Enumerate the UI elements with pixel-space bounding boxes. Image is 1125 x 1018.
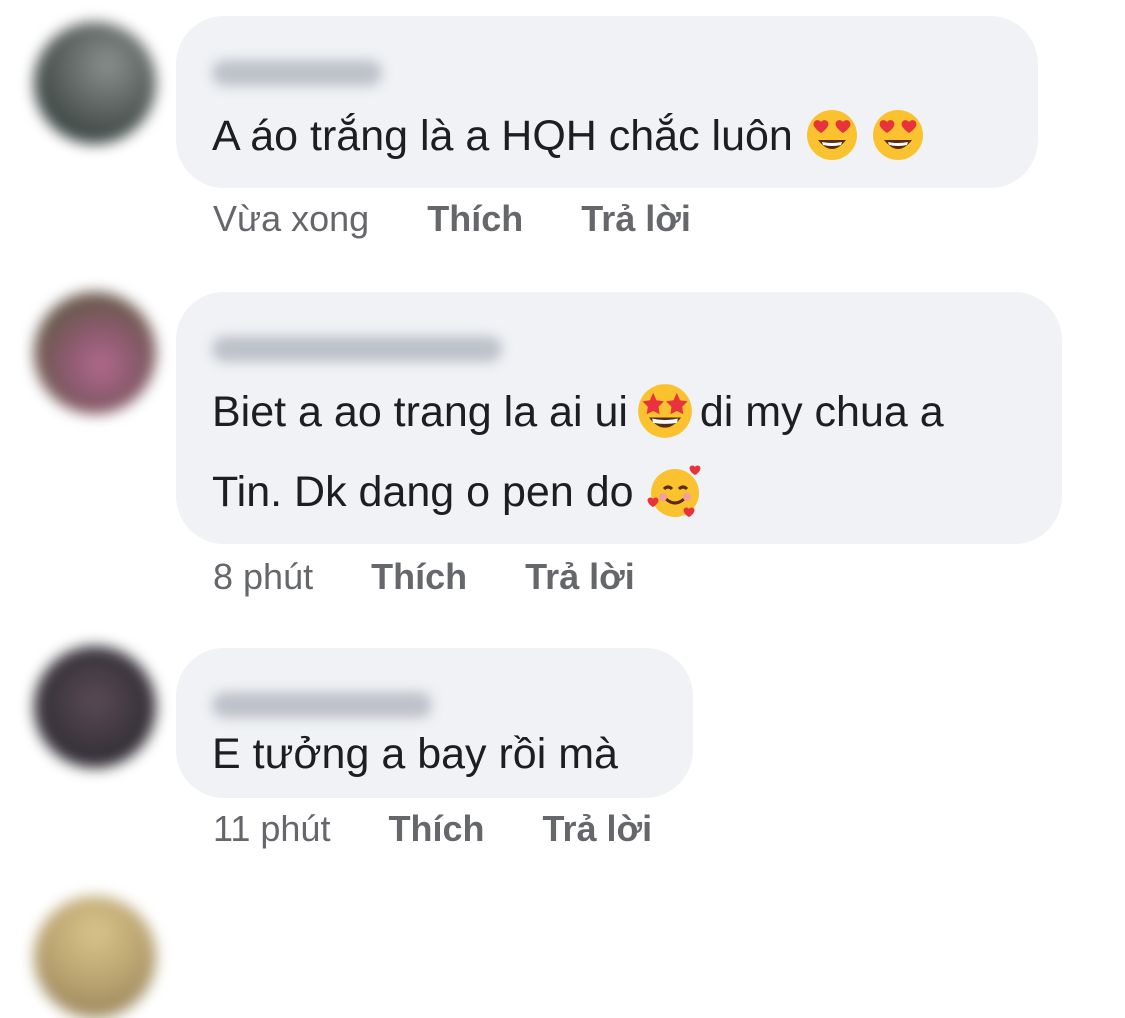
reply-button[interactable]: Trả lời xyxy=(581,198,691,240)
comment-time[interactable]: 8 phút xyxy=(213,556,313,598)
comment-line-1: Biet a ao trang la ai ui di my chua a xyxy=(212,372,1032,452)
avatar[interactable] xyxy=(34,22,156,144)
author-name-blurred[interactable] xyxy=(212,336,502,362)
comment-text-part: di my chua a xyxy=(699,388,944,436)
avatar[interactable] xyxy=(34,646,156,768)
comment-time[interactable]: Vừa xong xyxy=(213,198,369,240)
comment-time[interactable]: 11 phút xyxy=(213,808,330,850)
comment-text-content: E tưởng a bay rồi mà xyxy=(212,730,618,778)
comment-text-part: Biet a ao trang la ai ui xyxy=(212,388,628,436)
comment-actions: 11 phút Thích Trả lời xyxy=(213,808,700,850)
comment-bubble: Biet a ao trang la ai ui di my chua a Ti… xyxy=(176,292,1062,544)
like-button[interactable]: Thích xyxy=(427,198,523,240)
comment-actions: Vừa xong Thích Trả lời xyxy=(213,198,739,240)
avatar[interactable] xyxy=(34,896,156,1018)
heart-eyes-emoji xyxy=(806,109,857,160)
comment-bubble: E tưởng a bay rồi mà xyxy=(176,648,693,798)
comment-text: A áo trắng là a HQH chắc luôn xyxy=(212,96,1008,176)
star-struck-emoji xyxy=(638,383,692,438)
comment-bubble: A áo trắng là a HQH chắc luôn xyxy=(176,16,1038,188)
like-button[interactable]: Thích xyxy=(388,808,484,850)
comment-actions: 8 phút Thích Trả lời xyxy=(213,556,683,598)
comment-text: Biet a ao trang la ai ui di my chua a Ti… xyxy=(212,372,1032,532)
comment-text: E tưởng a bay rồi mà xyxy=(212,714,663,794)
avatar[interactable] xyxy=(34,292,156,414)
smiling-face-with-hearts-emoji xyxy=(648,465,701,517)
comment-text-part: Tin. Dk dang o pen do xyxy=(212,468,634,516)
author-name-blurred[interactable] xyxy=(212,60,382,86)
heart-eyes-emoji xyxy=(872,109,923,160)
reply-button[interactable]: Trả lời xyxy=(542,808,652,850)
comment-line-2: Tin. Dk dang o pen do xyxy=(212,452,1032,532)
comment-text-content: A áo trắng là a HQH chắc luôn xyxy=(212,112,793,160)
like-button[interactable]: Thích xyxy=(371,556,467,598)
reply-button[interactable]: Trả lời xyxy=(525,556,635,598)
